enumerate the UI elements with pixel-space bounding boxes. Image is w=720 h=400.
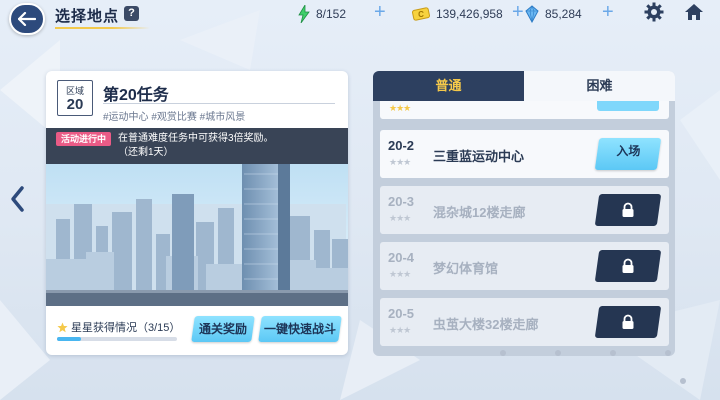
difficulty-tabs: 普通 困难 (373, 71, 675, 101)
stage-name: 虫茧大楼32楼走廊 (433, 317, 539, 332)
quick-battle-label: 一键快速战斗 (263, 322, 336, 336)
mission-tags: #运动中心 #观赏比赛 #城市风景 (103, 112, 246, 123)
stage-stars: ★★★ (389, 269, 411, 279)
stage-row[interactable]: 20-4 ★★★ 梦幻体育馆 (380, 242, 669, 290)
dot (610, 350, 616, 356)
stage-name: 梦幻体育馆 (433, 261, 499, 276)
add-stamina-button[interactable]: + (374, 2, 386, 22)
back-button[interactable] (9, 3, 45, 35)
stars-progress-bar (57, 337, 177, 341)
stamina-counter: 8/152 (298, 4, 346, 24)
enter-button-partial[interactable] (597, 101, 659, 111)
locked-button[interactable] (594, 250, 662, 282)
city-illustration (46, 164, 348, 306)
event-text: 在普通难度任务中可获得3倍奖励。 （还剩1天） (118, 132, 274, 160)
zone-badge: 区域 20 (57, 80, 93, 116)
tab-normal[interactable]: 普通 (373, 71, 524, 101)
home-icon (685, 4, 703, 20)
stars-progress-fill (57, 337, 81, 341)
lock-icon (622, 258, 634, 273)
back-arrow-icon (18, 12, 36, 26)
stage-code: 20-4 (388, 250, 415, 265)
dot (555, 350, 561, 356)
stage-row[interactable]: 20-2 ★★★ 三重蓝运动中心 入场 (380, 130, 669, 178)
stamina-value: 8/152 (316, 7, 347, 21)
stars-progress-row: 星星获得情况（3/15） (57, 319, 180, 335)
stage-row[interactable]: 20-3 ★★★ 混杂城12楼走廊 (380, 186, 669, 234)
stage-row-partial[interactable]: ★★★ (380, 101, 669, 119)
city-skyline-image (46, 164, 348, 306)
home-button[interactable] (683, 1, 705, 23)
settings-button[interactable] (643, 1, 665, 23)
dot (500, 350, 506, 356)
enter-label: 入场 (616, 144, 641, 158)
enter-stage-button[interactable]: 入场 (594, 138, 662, 170)
lightning-icon (298, 5, 310, 23)
chevron-left-icon (11, 186, 24, 212)
locked-button[interactable] (594, 306, 662, 338)
stage-code: 20-3 (388, 194, 415, 209)
locked-button[interactable] (594, 194, 662, 226)
zone-number: 20 (66, 96, 84, 113)
stage-name: 三重蓝运动中心 (433, 149, 525, 164)
page-title: 选择地点 (55, 8, 120, 25)
add-gold-button[interactable]: + (512, 2, 524, 22)
gold-value: 139,426,958 (436, 7, 503, 21)
add-crystal-button[interactable]: + (602, 2, 614, 22)
crystal-value: 85,284 (545, 7, 582, 21)
stage-code: 20-5 (388, 306, 415, 321)
gold-ticket-icon: C (412, 7, 430, 21)
event-badge: 活动进行中 (56, 132, 111, 146)
tab-hard[interactable]: 困难 (524, 71, 675, 101)
gold-counter: C 139,426,958 (412, 4, 503, 24)
previous-zone-button[interactable] (8, 185, 28, 213)
stage-stars: ★★★ (389, 213, 411, 223)
mission-title: 第20任务 (103, 87, 169, 104)
dot (665, 350, 671, 356)
event-banner: 活动进行中 在普通难度任务中可获得3倍奖励。 （还剩1天） (46, 128, 348, 164)
stage-stars: ★★★ (389, 103, 411, 113)
stage-stars: ★★★ (389, 325, 411, 335)
top-bar: 选择地点 ? 8/152 + C 139,426,958 + 85,284 + (0, 0, 720, 36)
crystal-counter: 85,284 (525, 4, 582, 24)
gear-icon (644, 2, 664, 22)
lock-icon (622, 314, 634, 329)
stage-list-panel: 普通 困难 ★★★ 20-2 ★★★ 三重蓝运动中心 入场 20-3 ★★★ 混… (373, 71, 675, 356)
event-line-2: （还剩1天） (118, 147, 174, 158)
stage-name: 混杂城12楼走廊 (433, 205, 526, 220)
title-divider (103, 103, 335, 104)
clear-reward-label: 通关奖励 (198, 322, 247, 336)
quick-battle-button[interactable]: 一键快速战斗 (258, 316, 342, 342)
event-line-1: 在普通难度任务中可获得3倍奖励。 (118, 133, 274, 144)
stage-stars: ★★★ (389, 157, 411, 167)
dot (680, 378, 686, 384)
crystal-icon (525, 5, 539, 23)
mission-card: 区域 20 第20任务 #运动中心 #观赏比赛 #城市风景 活动进行中 在普通难… (46, 71, 348, 355)
stage-row[interactable]: 20-5 ★★★ 虫茧大楼32楼走廊 (380, 298, 669, 346)
stage-code: 20-2 (388, 138, 415, 153)
title-underline (55, 27, 150, 29)
svg-text:C: C (418, 10, 424, 19)
lock-icon (622, 202, 634, 217)
clear-reward-button[interactable]: 通关奖励 (191, 316, 255, 342)
stars-label: 星星获得情况（3/15） (71, 322, 181, 334)
help-button[interactable]: ? (124, 6, 139, 21)
star-icon (57, 322, 68, 332)
